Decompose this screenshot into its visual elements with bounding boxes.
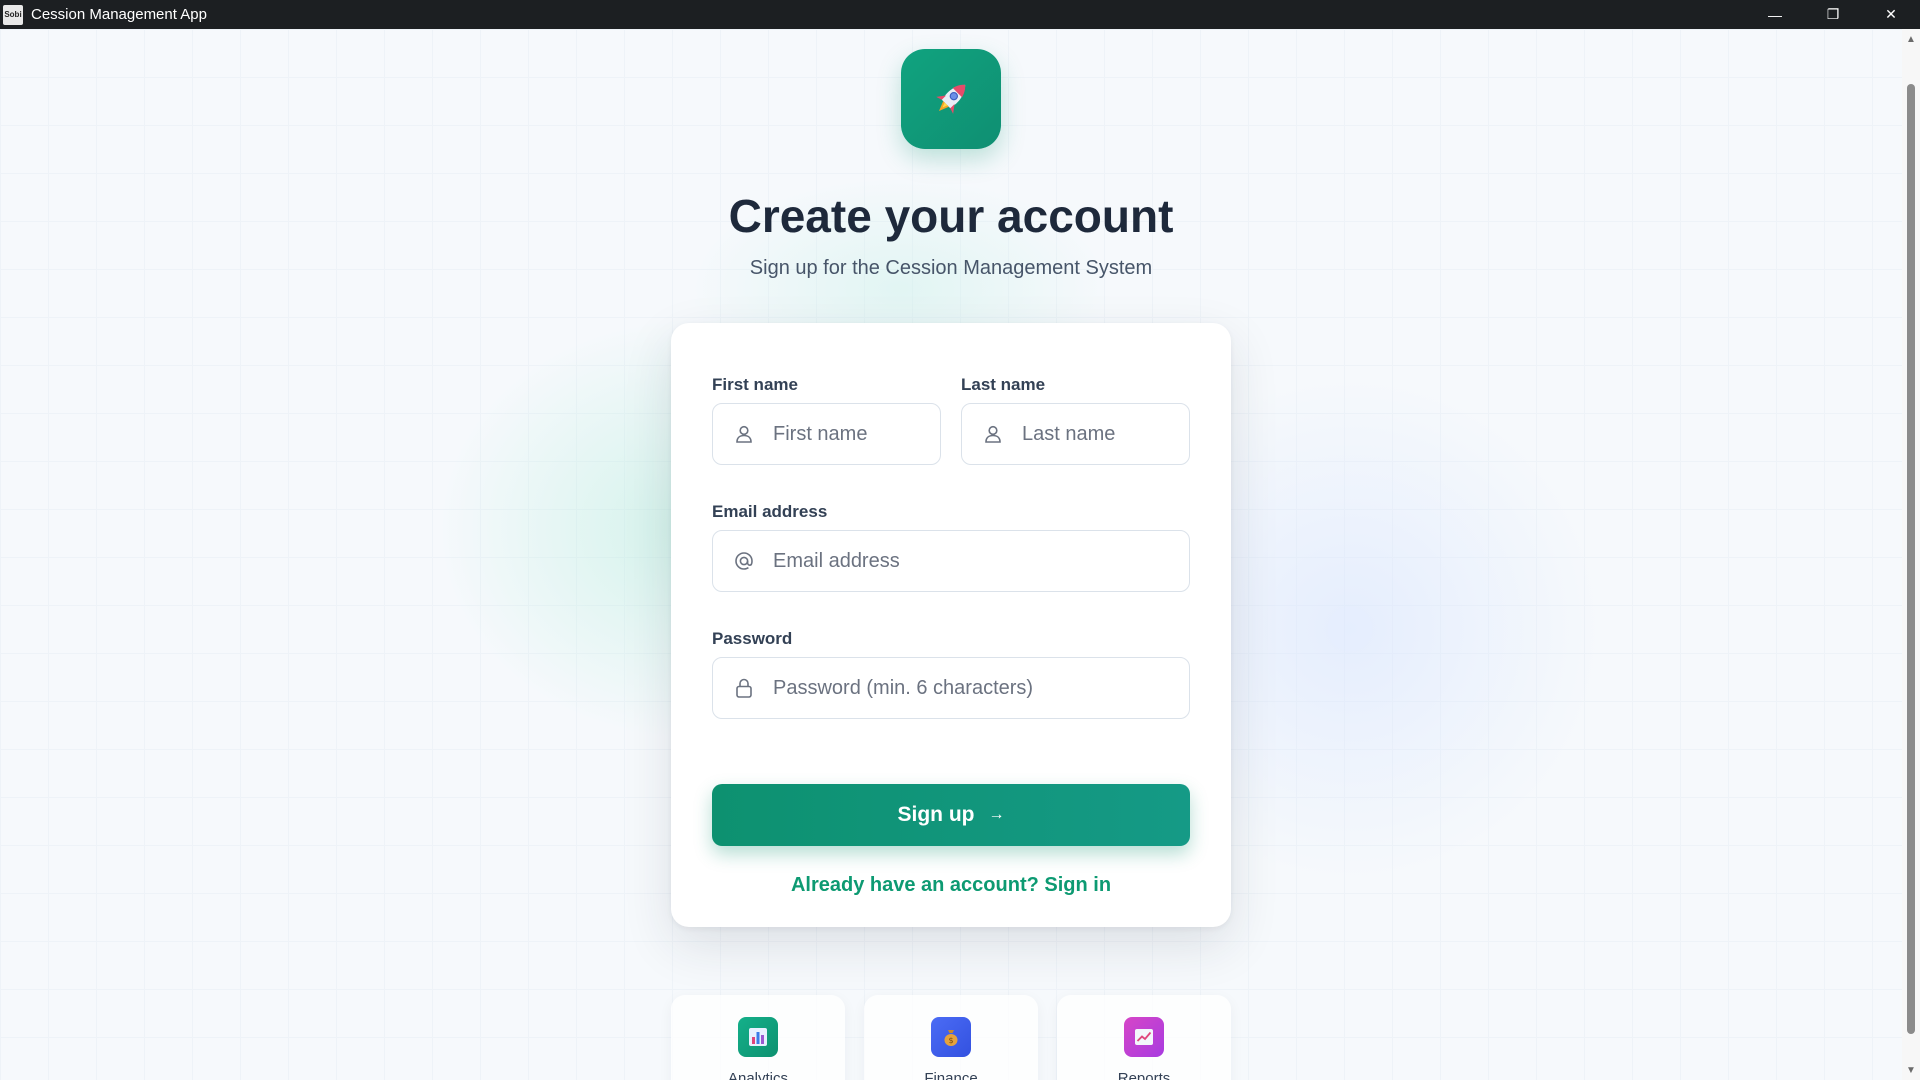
signup-button[interactable]: Sign up → <box>712 784 1190 846</box>
money-bag-icon: $ <box>931 1017 971 1057</box>
window-controls: — ❐ ✕ <box>1746 0 1920 29</box>
last-name-placeholder: Last name <box>1022 422 1116 445</box>
arrow-right-icon: → <box>988 806 1005 823</box>
window-title: Cession Management App <box>31 6 207 23</box>
at-icon <box>733 550 755 572</box>
signin-link[interactable]: Already have an account? Sign in <box>671 874 1231 897</box>
signup-card: First name First name Last name Last nam… <box>671 323 1231 927</box>
password-placeholder: Password (min. 6 characters) <box>773 676 1034 699</box>
bar-chart-icon <box>738 1017 778 1057</box>
user-icon <box>733 423 755 445</box>
minimize-button[interactable]: — <box>1746 0 1804 29</box>
feature-label: Reports <box>1117 1070 1171 1080</box>
page-content: Create your account Sign up for the Cess… <box>0 29 1902 1080</box>
password-label: Password <box>712 629 793 648</box>
scrollbar-thumb[interactable] <box>1907 84 1915 1034</box>
feature-tile-reports: Reports <box>1057 995 1231 1080</box>
svg-text:$: $ <box>948 1036 953 1045</box>
app-icon: Sobi <box>3 4 23 25</box>
signup-button-label: Sign up <box>897 803 975 826</box>
app-logo <box>901 49 1001 149</box>
feature-tile-analytics: Analytics <box>671 995 845 1080</box>
last-name-label: Last name <box>961 375 1046 394</box>
feature-label: Analytics <box>727 1070 789 1080</box>
password-field[interactable]: Password (min. 6 characters) <box>712 657 1190 719</box>
window-titlebar: Sobi Cession Management App — ❐ ✕ <box>0 0 1920 29</box>
email-field[interactable]: Email address <box>712 530 1190 592</box>
close-button[interactable]: ✕ <box>1862 0 1920 29</box>
rocket-icon <box>936 84 966 114</box>
restore-button[interactable]: ❐ <box>1804 0 1862 29</box>
first-name-label: First name <box>712 375 798 394</box>
scroll-down-icon[interactable]: ▼ <box>1902 1062 1920 1078</box>
first-name-field[interactable]: First name <box>712 403 941 465</box>
feature-label: Finance <box>924 1070 978 1080</box>
page-subtitle: Sign up for the Cession Management Syste… <box>749 257 1153 279</box>
page-title: Create your account <box>728 190 1174 242</box>
scroll-up-icon[interactable]: ▲ <box>1902 31 1920 47</box>
email-placeholder: Email address <box>773 549 900 572</box>
lock-icon <box>733 677 755 699</box>
last-name-field[interactable]: Last name <box>961 403 1190 465</box>
vertical-scrollbar[interactable]: ▲ ▼ <box>1902 29 1920 1080</box>
email-label: Email address <box>712 502 828 521</box>
user-icon <box>982 423 1004 445</box>
feature-tile-finance: $ Finance <box>864 995 1038 1080</box>
first-name-placeholder: First name <box>773 422 868 445</box>
trend-chart-icon <box>1124 1017 1164 1057</box>
